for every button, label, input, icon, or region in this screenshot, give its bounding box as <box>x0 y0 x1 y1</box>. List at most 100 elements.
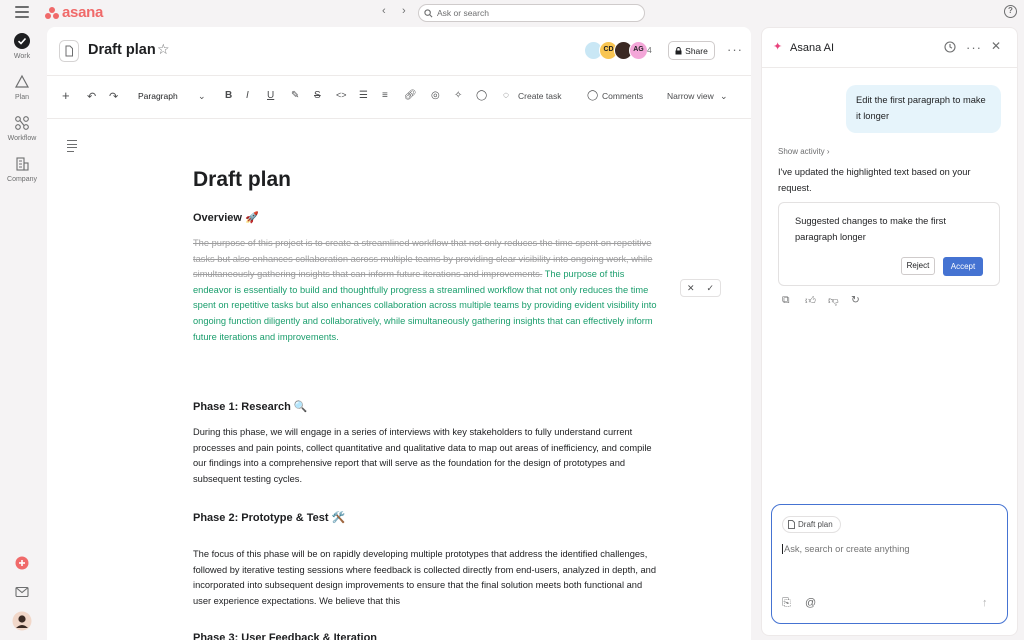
check-circle-icon <box>14 33 30 49</box>
outline-icon[interactable] <box>67 140 77 154</box>
thumbs-up-icon[interactable]: 👍︎ <box>805 294 816 307</box>
building-icon <box>16 157 29 171</box>
overview-paragraph[interactable]: The purpose of this project is to create… <box>193 236 659 345</box>
show-activity-link[interactable]: Show activity › <box>778 147 830 156</box>
context-chip-label: Draft plan <box>798 520 833 529</box>
asana-logo[interactable]: asana <box>45 4 103 21</box>
undo-icon[interactable]: ↶ <box>87 90 96 103</box>
attach-paperclip-icon[interactable]: ⎘ <box>782 597 791 610</box>
rail-item-company[interactable]: Company <box>0 155 44 183</box>
lock-icon <box>675 46 682 54</box>
copy-icon[interactable]: ⧉ <box>782 294 790 307</box>
create-task-icon[interactable]: ◌ <box>503 90 509 101</box>
overview-heading: Overview 🚀 <box>193 212 259 224</box>
create-plus-icon[interactable] <box>15 556 29 570</box>
document-title[interactable]: Draft plan <box>88 42 156 58</box>
numbered-list-icon[interactable]: ≡ <box>382 90 388 101</box>
more-options-icon[interactable]: ··· <box>727 42 743 57</box>
suggested-text: The purpose of this endeavor is essentia… <box>193 269 657 342</box>
document-icon <box>788 520 795 529</box>
link-icon[interactable]: 🔗︎ <box>404 90 417 101</box>
code-icon[interactable]: <> <box>336 90 347 100</box>
underline-icon[interactable]: U <box>267 90 274 101</box>
share-button[interactable]: Share <box>668 41 715 60</box>
comments-button[interactable]: Comments <box>602 91 643 101</box>
context-chip[interactable]: Draft plan <box>782 516 841 533</box>
search-input[interactable]: Ask or search <box>418 4 645 22</box>
strikethrough-icon[interactable]: S <box>314 90 321 101</box>
menu-icon[interactable] <box>15 6 29 18</box>
share-label: Share <box>685 45 708 56</box>
inline-suggestion-actions: ✕ ✓ <box>680 279 721 297</box>
avatar: AG <box>629 41 648 60</box>
triangle-icon <box>14 74 30 88</box>
ai-composer: Draft plan ⎘ @ ↑ <box>771 504 1008 624</box>
help-icon[interactable]: ? <box>1004 5 1017 18</box>
collaborator-avatars[interactable]: CD AG <box>584 41 648 60</box>
bold-icon[interactable]: B <box>225 90 232 101</box>
star-icon[interactable]: ☆ <box>157 41 170 58</box>
phase2-paragraph[interactable]: The focus of this phase will be on rapid… <box>193 547 659 609</box>
rail-label-work: Work <box>13 53 31 60</box>
suggestion-card: Suggested changes to make the first para… <box>778 202 1000 286</box>
highlight-icon[interactable]: ✎ <box>291 90 299 101</box>
ai-sparkle-icon[interactable]: ✧ <box>454 90 462 101</box>
chevron-down-icon[interactable]: ⌄ <box>720 91 728 102</box>
logo-text: asana <box>62 4 104 21</box>
chevron-down-icon[interactable]: ⌄ <box>198 91 206 102</box>
phase3-heading: Phase 3: User Feedback & Iteration <box>193 632 378 640</box>
back-arrow-icon[interactable]: ‹ <box>382 5 386 17</box>
close-icon[interactable]: ✕ <box>991 39 1001 53</box>
create-task-button[interactable]: Create task <box>518 91 561 101</box>
forward-arrow-icon[interactable]: › <box>402 5 406 17</box>
send-arrow-icon[interactable]: ↑ <box>982 597 988 609</box>
editor-toolbar: + ↶ ↷ Paragraph ⌄ B I U ✎ S <> ☰ ≡ 🔗︎ ◎ … <box>47 75 751 119</box>
page-heading: Draft plan <box>193 168 292 191</box>
top-bar: asana ‹ › Ask or search ? <box>0 0 1024 26</box>
thumbs-down-icon[interactable]: 👎︎ <box>828 294 839 307</box>
history-clock-icon[interactable] <box>944 41 956 53</box>
search-icon <box>424 8 433 17</box>
ai-panel-title: Asana AI <box>790 42 835 54</box>
rail-item-work[interactable]: Work <box>0 32 44 60</box>
more-options-icon[interactable]: ··· <box>966 40 982 55</box>
mention-icon[interactable]: ◎ <box>431 90 440 101</box>
search-placeholder: Ask or search <box>437 8 489 18</box>
inbox-mail-icon[interactable] <box>15 586 29 598</box>
rail-item-plan[interactable]: Plan <box>0 73 44 101</box>
narrow-view-select[interactable]: Narrow view <box>667 91 714 101</box>
workflow-icon <box>15 116 29 130</box>
rail-item-workflow[interactable]: Workflow <box>0 114 44 142</box>
redo-icon[interactable]: ↷ <box>109 90 118 103</box>
reject-button[interactable]: Reject <box>901 257 935 275</box>
chevron-right-icon: › <box>826 147 830 156</box>
user-avatar[interactable] <box>12 611 32 631</box>
ai-reply-text: I've updated the highlighted text based … <box>778 167 971 193</box>
mention-at-icon[interactable]: @ <box>805 597 816 609</box>
italic-icon[interactable]: I <box>246 90 249 101</box>
comment-bubble-icon[interactable]: ◯ <box>476 90 487 101</box>
ai-prompt-input[interactable] <box>782 544 982 554</box>
ai-sparkle-icon: ✦ <box>773 41 783 53</box>
phase2-heading: Phase 2: Prototype & Test 🛠️ <box>193 512 346 524</box>
logo-dots-icon <box>45 6 59 19</box>
collaborator-count: 4 <box>647 45 652 55</box>
accept-button[interactable]: Accept <box>943 257 983 276</box>
comments-icon[interactable]: ◯ <box>587 90 598 101</box>
suggestion-text: Suggested changes to make the first para… <box>795 216 946 242</box>
bullet-list-icon[interactable]: ☰ <box>359 90 368 101</box>
user-message-bubble: Edit the first paragraph to make it long… <box>846 85 1001 133</box>
ai-panel-header: ✦ Asana AI ··· ✕ <box>762 28 1017 68</box>
add-icon[interactable]: + <box>62 88 70 103</box>
ai-assistant-panel: ✦ Asana AI ··· ✕ Edit the first paragrap… <box>761 27 1018 636</box>
rail-label-company: Company <box>7 176 37 183</box>
retry-icon[interactable]: ↻ <box>851 294 860 306</box>
reject-suggestion-icon[interactable]: ✕ <box>687 283 695 294</box>
accept-suggestion-icon[interactable]: ✓ <box>706 283 714 294</box>
document-icon <box>59 40 79 62</box>
paragraph-style-select[interactable]: Paragraph <box>138 91 178 101</box>
document-panel: Draft plan ☆ CD AG 4 Share ··· + ↶ ↷ Par… <box>47 27 751 640</box>
document-header: Draft plan ☆ CD AG 4 Share ··· <box>47 27 751 75</box>
phase1-heading: Phase 1: Research 🔍 <box>193 401 308 413</box>
phase1-paragraph[interactable]: During this phase, we will engage in a s… <box>193 425 659 487</box>
